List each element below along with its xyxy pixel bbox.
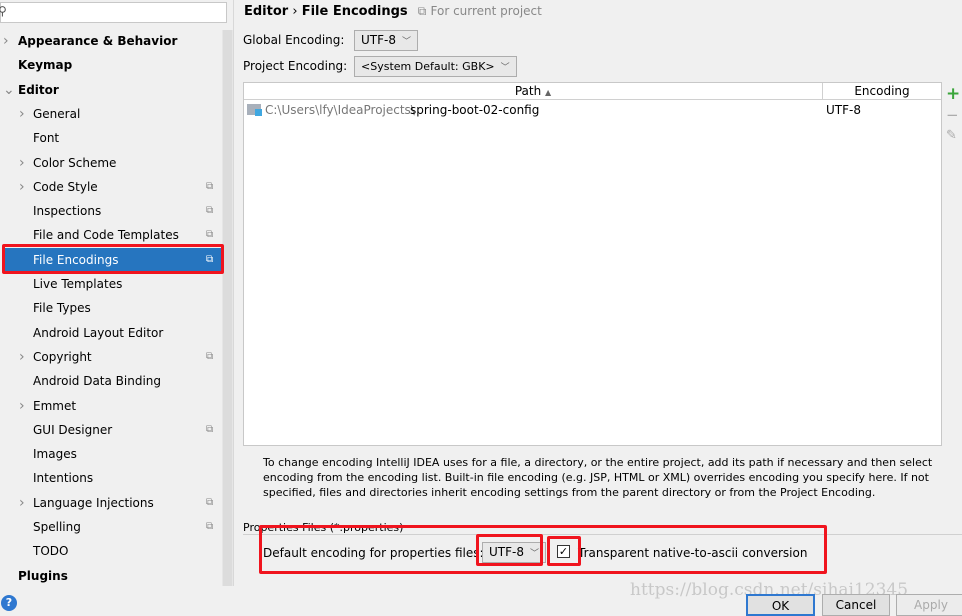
sidebar-item-inspections[interactable]: Inspections ⧉	[0, 199, 222, 223]
sidebar-item-label: Images	[33, 447, 77, 462]
path-prefix: C:\Users\lfy\IdeaProjects\	[265, 103, 415, 117]
crumb-separator: ›	[292, 4, 298, 19]
project-scope-icon: ⧉	[206, 521, 214, 532]
sidebar-item-appearance-behavior[interactable]: › Appearance & Behavior	[0, 29, 222, 53]
project-scope-icon: ⧉	[206, 423, 214, 435]
table-header: Path ▲ Encoding	[244, 83, 941, 100]
sidebar-item-label: Keymap	[18, 58, 73, 73]
sidebar-item-label: Plugins	[18, 568, 68, 583]
highlight-box	[476, 534, 543, 566]
project-scope-icon: ⧉	[206, 205, 214, 217]
ok-button[interactable]: OK	[746, 594, 815, 616]
sidebar-item-file-types[interactable]: File Types	[0, 296, 222, 320]
sidebar-item-label: Appearance & Behavior	[18, 34, 178, 48]
sidebar-item-general[interactable]: › General	[0, 102, 222, 126]
sidebar-item-color-scheme[interactable]: › Color Scheme	[0, 151, 222, 175]
apply-button[interactable]: Apply	[896, 594, 962, 616]
folder-icon	[247, 104, 262, 116]
global-encoding-label: Global Encoding:	[243, 33, 345, 47]
help-text: To change encoding IntelliJ IDEA uses fo…	[263, 456, 933, 499]
crumb-editor: Editor	[244, 4, 289, 19]
sidebar-item-label: Emmet	[33, 398, 77, 413]
project-scope-icon: ⧉	[417, 4, 427, 18]
sidebar-item-label: Inspections	[33, 204, 102, 219]
column-path-label: Path	[514, 84, 542, 98]
sidebar-item-label: Intentions	[33, 471, 94, 486]
sidebar-item-label: General	[33, 106, 81, 121]
project-encoding-value: <System Default: GBK>	[361, 60, 495, 73]
chevron-right-icon[interactable]: ›	[19, 175, 25, 199]
chevron-right-icon[interactable]: ›	[19, 345, 25, 369]
column-path[interactable]: Path ▲	[244, 83, 823, 100]
settings-sidebar: ⚲ › Appearance & Behavior Keymap ⌄ Editor › Ge…	[0, 0, 234, 586]
chevron-down-icon: ﹀	[500, 63, 510, 73]
project-encoding-label: Project Encoding:	[243, 59, 348, 73]
sidebar-item-android-data-binding[interactable]: Android Data Binding	[0, 369, 222, 393]
project-scope-icon: ⧉	[206, 496, 214, 508]
add-icon[interactable]: +	[946, 84, 960, 104]
sidebar-item-plugins[interactable]: Plugins	[0, 564, 222, 588]
project-scope-icon: ⧉	[206, 350, 214, 362]
sidebar-item-todo[interactable]: TODO	[0, 539, 222, 563]
sidebar-item-code-style[interactable]: › Code Style ⧉	[0, 175, 222, 199]
search-icon: ⚲	[0, 4, 7, 18]
search-input[interactable]: ⚲	[0, 2, 227, 23]
chevron-right-icon[interactable]: ›	[19, 491, 25, 515]
sidebar-item-label: Live Templates	[33, 277, 123, 291]
sidebar-scrollbar[interactable]	[222, 30, 233, 586]
chevron-right-icon[interactable]: ›	[19, 151, 25, 175]
sidebar-item-label: Copyright	[33, 349, 92, 364]
scrollbar-thumb[interactable]	[223, 30, 232, 586]
global-encoding-value: UTF-8	[361, 33, 396, 47]
sidebar-item-label: Editor	[18, 82, 59, 97]
sort-ascending-icon: ▲	[545, 88, 552, 97]
remove-icon[interactable]: −	[946, 106, 959, 124]
crumb-file-encodings: File Encodings	[301, 4, 408, 19]
sidebar-item-font[interactable]: Font	[0, 126, 222, 150]
breadcrumb: Editor › File Encodings ⧉ For current pr…	[244, 4, 542, 19]
chevron-down-icon[interactable]: ⌄	[3, 78, 15, 102]
table-row[interactable]: C:\Users\lfy\IdeaProjects\ spring-boot-0…	[244, 101, 941, 119]
sidebar-item-label: Font	[33, 131, 60, 146]
sidebar-item-gui-designer[interactable]: GUI Designer ⧉	[0, 418, 222, 442]
global-encoding-select[interactable]: UTF-8 ﹀	[354, 30, 418, 51]
path-name: spring-boot-02-config	[410, 103, 540, 117]
chevron-right-icon[interactable]: ›	[19, 394, 25, 418]
chevron-down-icon: ﹀	[401, 37, 411, 47]
sidebar-item-keymap[interactable]: Keymap	[0, 53, 222, 77]
highlight-box	[2, 244, 224, 274]
row-encoding[interactable]: UTF-8	[826, 101, 861, 119]
sidebar-item-copyright[interactable]: › Copyright ⧉	[0, 345, 222, 369]
sidebar-item-label: Android Data Binding	[33, 374, 162, 389]
chevron-right-icon[interactable]: ›	[3, 29, 9, 53]
project-scope-icon: ⧉	[206, 180, 214, 192]
sidebar-item-language-injections[interactable]: › Language Injections ⧉	[0, 491, 222, 515]
sidebar-item-images[interactable]: Images	[0, 442, 222, 466]
sidebar-item-label: Android Layout Editor	[33, 325, 164, 340]
highlight-box	[547, 536, 581, 566]
edit-icon[interactable]: ✎	[946, 128, 957, 143]
sidebar-item-editor[interactable]: ⌄ Editor	[0, 78, 222, 102]
sidebar-item-label: File Types	[33, 301, 91, 316]
chevron-right-icon[interactable]: ›	[19, 102, 25, 126]
sidebar-item-label: Color Scheme	[33, 155, 117, 170]
sidebar-item-live-templates[interactable]: Live Templates	[0, 272, 222, 296]
sidebar-item-emmet[interactable]: › Emmet	[0, 394, 222, 418]
sidebar-item-label: Spelling	[33, 520, 81, 534]
project-encoding-select[interactable]: <System Default: GBK> ﹀	[354, 56, 517, 77]
encoding-table: Path ▲ Encoding C:\Users\lfy\IdeaProject…	[243, 82, 942, 446]
highlight-box	[259, 525, 827, 574]
sidebar-item-label: TODO	[33, 544, 69, 559]
sidebar-item-label: Code Style	[33, 179, 98, 194]
sidebar-item-label: Language Injections	[33, 495, 154, 510]
cancel-button[interactable]: Cancel	[822, 594, 890, 616]
sidebar-item-label: GUI Designer	[33, 422, 113, 437]
sidebar-item-spelling[interactable]: Spelling ⧉	[0, 515, 222, 539]
sidebar-item-intentions[interactable]: Intentions	[0, 466, 222, 490]
help-icon[interactable]: ?	[1, 595, 17, 611]
column-encoding[interactable]: Encoding	[823, 83, 941, 100]
scope-label: For current project	[430, 4, 542, 18]
sidebar-item-android-layout-editor[interactable]: Android Layout Editor	[0, 321, 222, 345]
